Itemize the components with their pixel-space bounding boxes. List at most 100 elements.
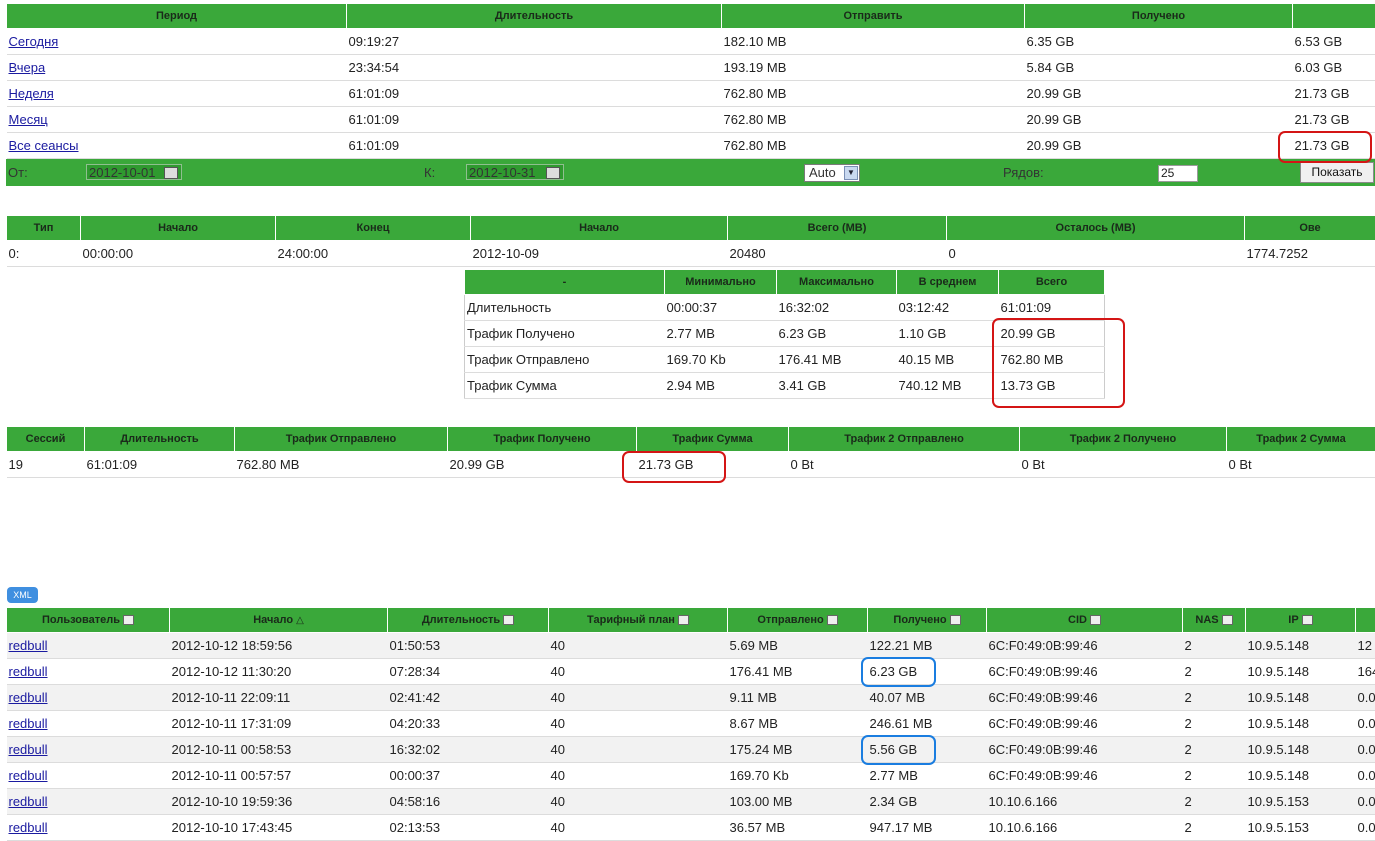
row-link[interactable]: redbull [9,664,48,679]
sort-toggle-icon[interactable] [949,615,961,626]
column-header-label: Сессий [25,433,66,445]
table-row: Трафик Отправлено 169.70 Kb 176.41 MB 40.15… [464,346,1105,373]
table-cell: 0 [946,240,1245,267]
show-button[interactable]: Показать [1300,162,1374,183]
row-link[interactable]: Вчера [9,60,46,75]
table-row: redbull 2012-10-11 22:09:11 02:41:42 40 9.11… [6,684,1375,711]
row-link[interactable]: Сегодня [9,34,59,49]
table-cell: 2 [1182,788,1246,815]
sort-toggle-icon[interactable] [503,615,515,626]
from-date-input[interactable]: 2012-10-01 [86,164,182,180]
sort-toggle-icon[interactable] [677,615,689,626]
calendar-icon[interactable] [164,167,178,179]
table-row: Неделя 61:01:09 762.80 MB 20.99 GB 21.73 GB [6,80,1375,107]
table-row: Трафик Получено 2.77 MB 6.23 GB 1.10 GB 20.9… [464,320,1105,347]
mode-select[interactable]: Auto ▼ [804,164,860,182]
column-header: Осталось (MB) [946,215,1245,241]
sort-toggle-icon[interactable] [826,615,838,626]
row-link[interactable]: redbull [9,638,48,653]
column-header-label: Начало [253,614,294,626]
column-header[interactable]: Длительность [387,607,549,633]
table-row: Месяц 61:01:09 762.80 MB 20.99 GB 21.73 GB [6,106,1375,133]
column-header-label: Длительность [494,10,574,22]
column-header: Трафик 2 Отправлено [788,426,1020,452]
table-cell: Трафик Получено [464,320,665,347]
column-header-label: Трафик Получено [493,433,591,445]
column-header[interactable]: CID [986,607,1183,633]
table-cell: 2 [1182,762,1246,789]
table-cell: 6.03 GB [1292,54,1375,81]
row-link[interactable]: redbull [9,716,48,731]
column-header-label: Получено [1131,10,1186,22]
table-cell: 762.80 MB [721,132,1025,159]
column-header: Получено [1024,3,1293,29]
sort-toggle-icon[interactable] [123,615,134,626]
column-header-label: Трафик Отправлено [285,433,397,445]
table-cell: 02:41:42 [387,684,549,711]
column-header[interactable]: NAS [1182,607,1246,633]
xml-export-button[interactable]: XML [7,587,38,603]
row-link[interactable]: redbull [9,690,48,705]
table-cell: 169.70 Kb [727,762,868,789]
column-header-label: NAS [1195,614,1219,626]
column-header[interactable]: Отправлено [727,607,868,633]
table-cell: 10.9.5.148 [1245,762,1356,789]
row-link[interactable]: Месяц [9,112,48,127]
row-link[interactable]: redbull [9,794,48,809]
column-header[interactable]: Пользователь [6,607,170,633]
table-cell: Сегодня [6,28,347,55]
table-cell: 20.99 GB [1024,106,1293,133]
table-cell: 6.23 GB [776,320,897,347]
column-header: Тип [6,215,81,241]
chevron-down-icon[interactable]: ▼ [844,166,858,180]
table-cell: 40 [548,788,728,815]
table-cell: 2.94 MB [664,372,777,399]
rows-input[interactable]: 25 [1158,165,1198,182]
table-cell: 40.15 MB [896,346,999,373]
table-cell: 947.17 MB [867,814,987,841]
table-cell: 0.0 [1355,788,1375,815]
sort-ascending-icon[interactable]: △ [296,615,304,626]
sort-toggle-icon[interactable] [1089,615,1101,626]
period-header-row: Период Длительность Отправить Получено [6,3,1375,29]
rows-label: Рядов: [1003,165,1044,180]
table-cell: 6C:F0:49:0B:99:46 [986,710,1183,737]
column-header[interactable]: Начало △ [169,607,388,633]
table-cell: 10.9.5.148 [1245,658,1356,685]
column-header: Трафик Отправлено [234,426,448,452]
column-header: Ове [1244,215,1375,241]
column-header-label: Трафик 2 Отправлено [844,433,964,445]
table-cell: 20480 [727,240,947,267]
row-link[interactable]: Неделя [9,86,54,101]
table-cell: 40 [548,658,728,685]
table-cell: 16:32:02 [387,736,549,763]
table-row: redbull 2012-10-11 00:57:57 00:00:37 40 169.… [6,762,1375,789]
column-header[interactable]: IP [1245,607,1356,633]
table-cell: 169.70 Kb [664,346,777,373]
row-link[interactable]: redbull [9,820,48,835]
row-link[interactable]: redbull [9,768,48,783]
table-cell: 19 [6,451,85,478]
column-header[interactable]: Тарифный план [548,607,728,633]
row-link[interactable]: Все сеансы [9,138,79,153]
table-cell: redbull [6,736,170,763]
table-cell: 740.12 MB [896,372,999,399]
sort-toggle-icon[interactable] [1301,615,1313,626]
column-header[interactable]: Получено [867,607,987,633]
table-cell: Длительность [464,294,665,321]
table-cell: 182.10 MB [721,28,1025,55]
to-date-input[interactable]: 2012-10-31 [466,164,564,180]
calendar-icon[interactable] [546,167,560,179]
sort-toggle-icon[interactable] [1221,615,1233,626]
column-header-label: Всего [1035,276,1068,288]
column-header[interactable] [1355,607,1375,633]
table-cell: 0.0 [1355,762,1375,789]
table-cell: 21.73 GB [1292,132,1375,159]
row-link[interactable]: redbull [9,742,48,757]
table-cell: 20.99 GB [447,451,637,478]
column-header-label: Минимально [685,276,756,288]
table-cell: 8.67 MB [727,710,868,737]
table-cell: 6C:F0:49:0B:99:46 [986,736,1183,763]
totals-table: Сессий Длительность Трафик Отправлено Трафи… [6,426,1375,478]
table-cell: 24:00:00 [275,240,471,267]
